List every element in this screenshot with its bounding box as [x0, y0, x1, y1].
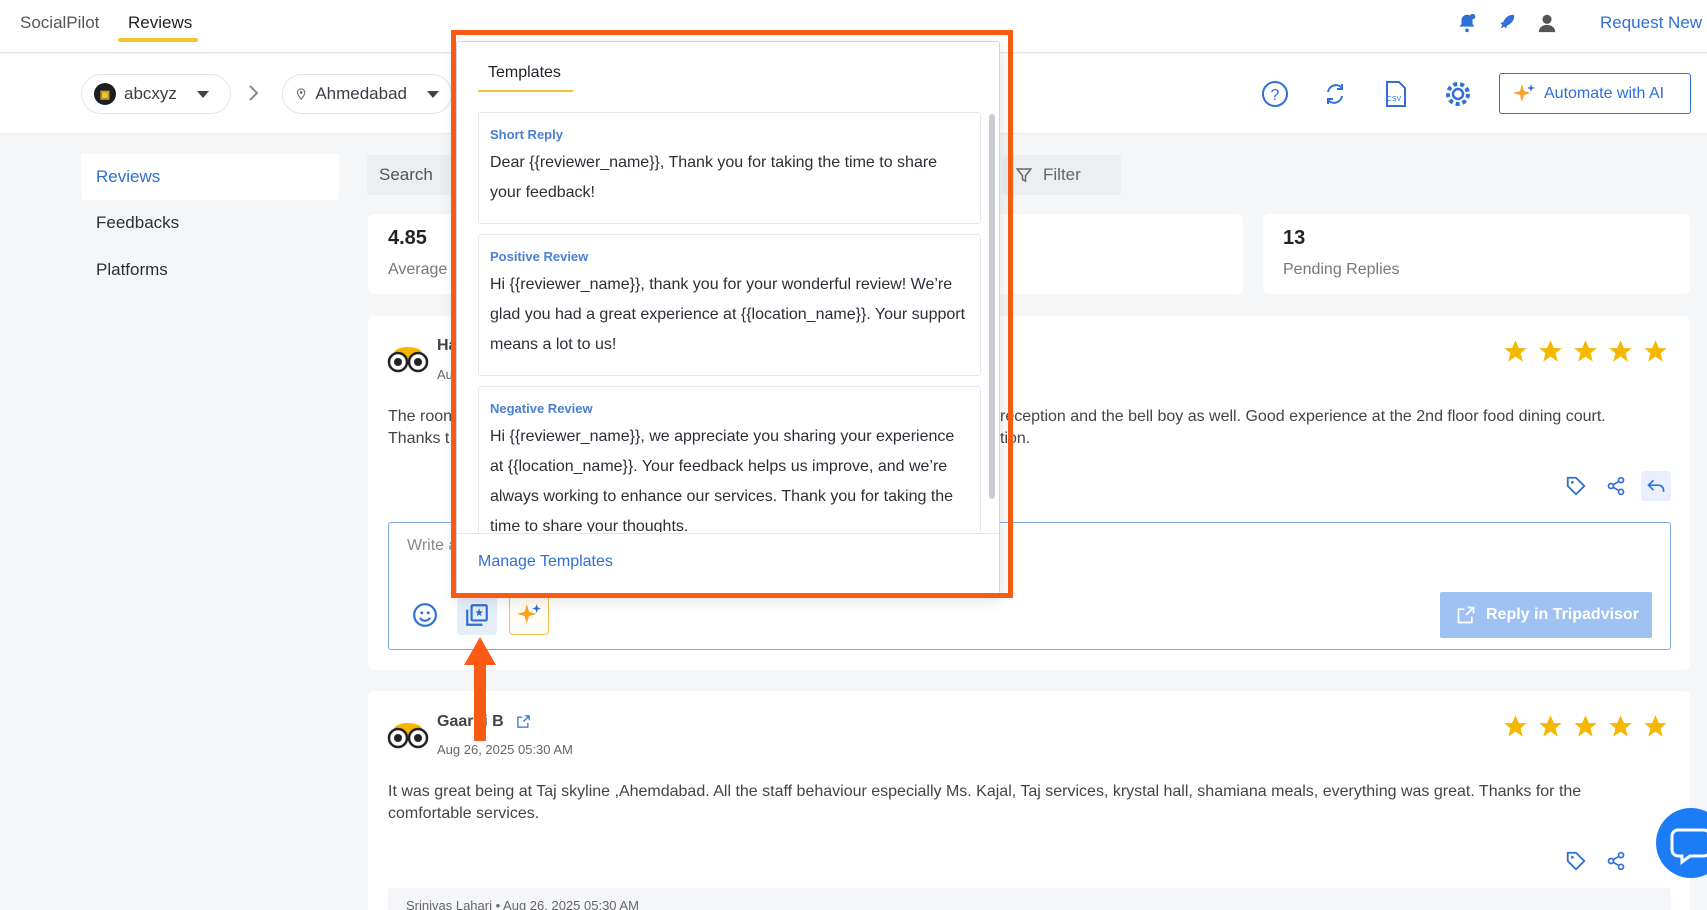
emoji-icon[interactable] — [405, 595, 445, 635]
average-rating-label: Average — [388, 261, 448, 278]
account-name: abcxyz — [124, 84, 177, 103]
reply-placeholder: Write a — [407, 537, 458, 554]
star-rating — [1502, 338, 1669, 365]
star-rating — [1502, 713, 1669, 740]
user-profile-icon[interactable] — [1536, 12, 1558, 34]
pending-replies-value: 13 — [1283, 227, 1306, 249]
star-icon — [1644, 340, 1667, 362]
tag-icon[interactable] — [1561, 471, 1591, 501]
filter-button[interactable]: Filter — [1003, 155, 1121, 195]
tab-reviews[interactable]: Reviews — [128, 13, 192, 33]
star-icon — [1644, 715, 1667, 737]
filter-icon — [1015, 168, 1033, 183]
tag-icon[interactable] — [1561, 846, 1591, 876]
automate-with-ai-label: Automate with AI — [1544, 84, 1665, 102]
star-icon — [1539, 715, 1562, 737]
account-selector[interactable]: ▣ abcxyz — [81, 74, 231, 114]
average-rating-value: 4.85 — [388, 227, 427, 249]
location-name: Ahmedabad — [315, 84, 407, 103]
chevron-down-icon — [427, 90, 439, 98]
chevron-down-icon — [196, 90, 209, 98]
sidebar-item-platforms[interactable]: Platforms — [81, 247, 339, 293]
reply-meta: Srinivas Lahari • Aug 26, 2025 05:30 AM — [406, 898, 639, 910]
tripadvisor-owl-icon — [387, 347, 429, 373]
sidebar-item-label: Platforms — [96, 260, 168, 279]
filter-label: Filter — [1043, 165, 1081, 184]
existing-reply-box: Srinivas Lahari • Aug 26, 2025 05:30 AM — [388, 888, 1671, 910]
templates-icon[interactable] — [457, 595, 497, 635]
external-link-icon[interactable] — [516, 714, 531, 729]
svg-text:?: ? — [1271, 87, 1280, 104]
notification-bell-icon[interactable] — [1456, 12, 1478, 34]
automate-with-ai-button[interactable]: Automate with AI — [1499, 73, 1691, 114]
sidebar-item-label: Reviews — [96, 167, 161, 186]
star-icon — [1609, 715, 1632, 737]
pointer-arrow-icon — [464, 637, 496, 741]
sidebar-item-label: Feedbacks — [96, 213, 180, 232]
star-icon — [1574, 715, 1597, 737]
ai-sparkle-icon[interactable] — [509, 595, 549, 635]
review-text-line2-left: Thanks t — [388, 430, 450, 447]
star-icon — [1609, 340, 1632, 362]
sidebar-item-feedbacks[interactable]: Feedbacks — [81, 200, 339, 246]
request-new-feature-link[interactable]: Request New F — [1600, 13, 1707, 33]
brand-tab[interactable]: SocialPilot — [20, 13, 99, 33]
star-icon — [1504, 715, 1527, 737]
svg-text:CSV: CSV — [1387, 96, 1402, 103]
csv-export-icon[interactable]: CSV — [1381, 79, 1411, 109]
rocket-icon[interactable] — [1495, 12, 1517, 34]
review-text-line1-right: reception and the bell boy as well. Good… — [1000, 408, 1606, 425]
pending-replies-label: Pending Replies — [1283, 261, 1400, 278]
star-icon — [1504, 340, 1527, 362]
settings-gear-icon[interactable] — [1443, 79, 1473, 109]
location-pin-icon — [297, 88, 306, 100]
review-date: Aug 26, 2025 05:30 AM — [437, 742, 573, 757]
sync-icon[interactable] — [1320, 79, 1350, 109]
account-logo-icon: ▣ — [94, 83, 116, 105]
external-link-icon — [1457, 606, 1475, 624]
help-icon[interactable]: ? — [1260, 79, 1290, 109]
reply-in-tripadvisor-button[interactable]: Reply in Tripadvisor — [1440, 592, 1652, 638]
chat-support-icon[interactable] — [1656, 808, 1707, 878]
sidebar-item-reviews[interactable]: Reviews — [81, 154, 339, 200]
review-text-line1-left: The roon — [388, 408, 453, 425]
pending-replies-card: 13 Pending Replies — [1263, 214, 1690, 294]
star-icon — [1574, 340, 1597, 362]
sparkle-icon — [1513, 83, 1535, 102]
chevron-right-icon — [249, 85, 259, 101]
share-icon[interactable] — [1601, 471, 1631, 501]
share-icon[interactable] — [1601, 846, 1631, 876]
tripadvisor-owl-icon — [387, 723, 429, 749]
location-selector[interactable]: Ahmedabad — [282, 74, 452, 114]
review-text: It was great being at Taj skyline ,Ahemd… — [388, 783, 1582, 822]
active-tab-indicator — [118, 38, 198, 42]
star-icon — [1539, 340, 1562, 362]
reply-in-tripadvisor-label: Reply in Tripadvisor — [1486, 606, 1639, 623]
highlight-frame — [451, 30, 1013, 598]
reply-icon[interactable] — [1641, 471, 1671, 501]
